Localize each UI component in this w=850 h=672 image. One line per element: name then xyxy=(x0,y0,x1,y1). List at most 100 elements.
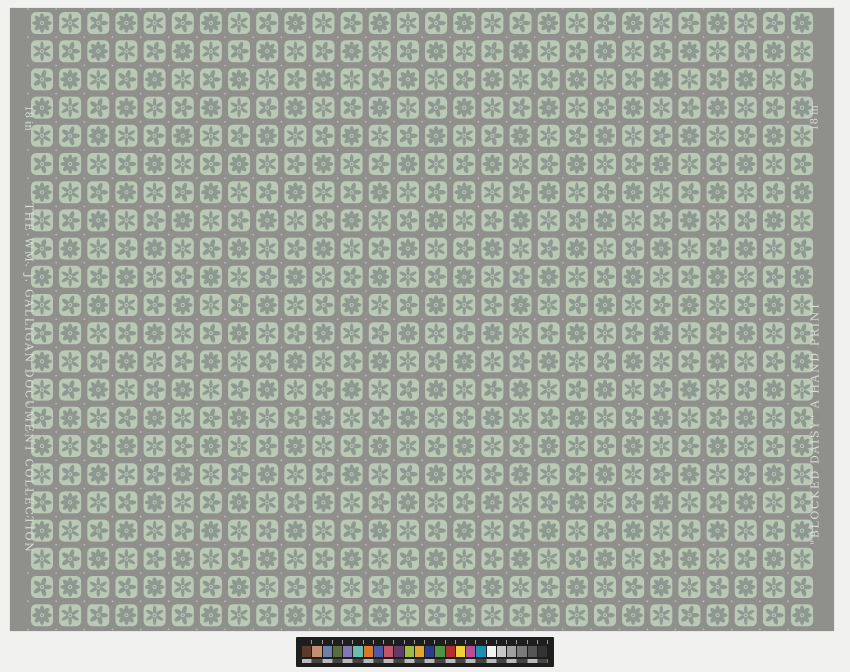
pattern-dot xyxy=(505,515,508,518)
pinwheel-tile xyxy=(678,96,701,119)
daisy-tile xyxy=(199,435,222,457)
pinwheel-tile xyxy=(171,265,194,288)
pinwheel-tile xyxy=(678,435,701,457)
pattern-dot xyxy=(787,515,789,518)
calibration-tick xyxy=(333,640,343,644)
pinwheel-tile xyxy=(734,547,757,570)
calibration-tick xyxy=(507,640,518,644)
pattern-dot xyxy=(505,459,508,462)
pinwheel-tile xyxy=(256,265,279,288)
pattern-dot xyxy=(280,628,283,631)
pattern-dot xyxy=(393,572,395,574)
scale-segment xyxy=(404,659,415,663)
pattern-dot xyxy=(421,64,423,67)
pattern-dot xyxy=(702,233,705,236)
calibration-tick xyxy=(364,640,374,644)
star-flower-tile xyxy=(199,209,222,232)
scale-segment xyxy=(445,659,456,663)
pattern-dot xyxy=(55,121,57,123)
daisy-tile xyxy=(312,576,335,598)
daisy-tile xyxy=(622,519,645,542)
pattern-dot xyxy=(618,628,620,631)
star-flower-tile xyxy=(734,604,757,627)
pattern-dot xyxy=(83,403,86,405)
pattern-dot xyxy=(421,515,423,518)
pinwheel-tile xyxy=(425,435,448,457)
daisy-tile xyxy=(143,322,166,345)
star-flower-tile xyxy=(622,547,645,570)
pattern-dot xyxy=(477,403,480,405)
pinwheel-tile xyxy=(734,463,757,486)
pattern-dot xyxy=(505,374,508,377)
daisy-tile xyxy=(565,68,588,91)
pinwheel-tile xyxy=(396,547,419,570)
pinwheel-tile xyxy=(340,96,363,119)
pattern-dot xyxy=(393,403,395,405)
pinwheel-tile xyxy=(87,265,110,288)
star-flower-tile xyxy=(368,40,391,63)
star-flower-tile xyxy=(59,181,82,204)
star-flower-tile xyxy=(143,435,166,457)
pattern-dot xyxy=(280,403,283,405)
pattern-dot xyxy=(308,628,311,631)
pattern-dot xyxy=(646,149,649,151)
daisy-tile xyxy=(537,350,560,373)
calibration-tick xyxy=(343,640,354,644)
pattern-dot xyxy=(139,318,142,321)
pattern-dot xyxy=(759,205,761,208)
pattern-dot xyxy=(308,64,311,67)
pattern-dot xyxy=(308,600,311,602)
pattern-dot xyxy=(55,628,57,631)
pattern-dot xyxy=(252,121,254,123)
pattern-dot xyxy=(83,318,86,321)
pattern-dot xyxy=(167,600,170,602)
pinwheel-tile xyxy=(537,576,560,598)
pattern-dot xyxy=(139,262,142,264)
pinwheel-tile xyxy=(115,491,138,514)
scale-segment xyxy=(384,659,395,663)
daisy-tile xyxy=(481,68,504,91)
pinwheel-tile xyxy=(678,181,701,204)
pinwheel-tile xyxy=(734,124,757,147)
pattern-dot xyxy=(533,205,536,208)
pattern-dot xyxy=(196,36,198,38)
pinwheel-tile xyxy=(143,124,166,147)
star-flower-tile xyxy=(284,209,307,232)
pattern-dot xyxy=(196,290,198,292)
star-flower-tile xyxy=(762,491,785,514)
pattern-dot xyxy=(590,121,592,123)
daisy-tile xyxy=(87,547,110,570)
pattern-dot xyxy=(365,600,367,602)
pattern-dot xyxy=(336,149,339,151)
pinwheel-tile xyxy=(59,547,82,570)
star-flower-tile xyxy=(199,463,222,486)
pattern-dot xyxy=(196,233,198,236)
pattern-dot xyxy=(421,177,423,179)
daisy-tile xyxy=(340,378,363,401)
star-flower-tile xyxy=(678,576,701,598)
pinwheel-tile xyxy=(706,491,729,514)
pattern-dot xyxy=(83,431,86,433)
pattern-dot xyxy=(646,572,649,574)
pattern-dot xyxy=(55,374,57,377)
daisy-tile xyxy=(565,153,588,175)
pattern-dot xyxy=(618,92,620,95)
pattern-dot xyxy=(139,487,142,490)
pattern-dot xyxy=(562,459,564,462)
pinwheel-tile xyxy=(143,547,166,570)
pattern-dot xyxy=(590,431,592,433)
daisy-tile xyxy=(678,294,701,316)
pattern-dot xyxy=(167,374,170,377)
pattern-dot xyxy=(562,600,564,602)
daisy-tile xyxy=(59,153,82,175)
pattern-dot xyxy=(111,487,114,490)
pattern-dot xyxy=(730,149,733,151)
pattern-dot xyxy=(477,64,480,67)
pattern-dot xyxy=(421,374,423,377)
pattern-dot xyxy=(27,36,29,38)
star-flower-tile xyxy=(425,406,448,429)
pattern-dot xyxy=(196,600,198,602)
star-flower-tile xyxy=(87,576,110,598)
pinwheel-tile xyxy=(199,68,222,91)
pattern-dot xyxy=(393,149,395,151)
